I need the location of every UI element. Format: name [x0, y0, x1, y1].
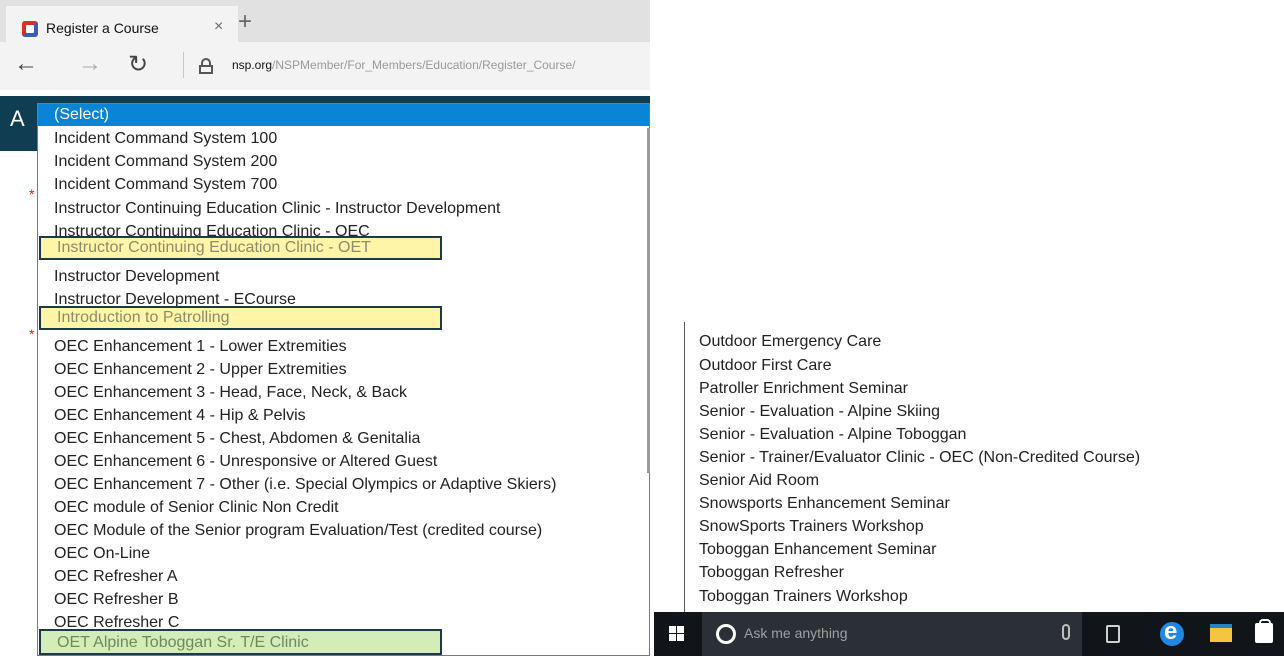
dropdown-option[interactable]: Outdoor Emergency Care — [699, 333, 881, 351]
url-field[interactable]: nsp.org/NSPMember/For_Members/Education/… — [232, 58, 575, 72]
dropdown-option[interactable]: OEC Refresher A — [38, 565, 649, 589]
dropdown-option-label: Instructor Continuing Education Clinic -… — [57, 239, 371, 256]
dropdown-option[interactable]: OEC Enhancement 2 - Upper Extremities — [38, 358, 649, 382]
file-explorer-icon[interactable] — [1210, 624, 1232, 642]
required-asterisk: * — [29, 186, 35, 202]
site-favicon-icon — [22, 21, 38, 37]
close-tab-icon[interactable]: × — [214, 18, 223, 36]
lock-icon[interactable] — [199, 58, 213, 74]
dropdown-option[interactable]: Incident Command System 100 — [38, 127, 649, 151]
dropdown-option[interactable]: Toboggan Trainers Workshop — [699, 588, 908, 606]
dropdown-option[interactable]: Senior - Evaluation - Alpine Toboggan — [699, 426, 966, 444]
dropdown-option-highlighted[interactable]: Introduction to Patrolling — [39, 306, 442, 330]
microphone-icon[interactable] — [1062, 624, 1070, 640]
browser-tab[interactable]: Register a Course × — [6, 6, 238, 42]
dropdown-option[interactable]: Snowsports Enhancement Seminar — [699, 495, 950, 513]
search-placeholder: Ask me anything — [744, 625, 848, 641]
dropdown-option[interactable]: Senior - Trainer/Evaluator Clinic - OEC … — [699, 449, 1140, 467]
dropdown-option[interactable]: Incident Command System 700 — [38, 173, 649, 197]
url-path: /NSPMember/For_Members/Education/Registe… — [272, 58, 576, 72]
dropdown-option-select[interactable]: (Select) — [38, 104, 649, 126]
continued-list-panel: Outdoor Emergency Care Outdoor First Car… — [654, 0, 1284, 656]
screenshot-root: Register a Course × + ← → ↻ nsp.org/NSPM… — [0, 0, 1284, 656]
taskbar-search-box[interactable]: Ask me anything — [702, 612, 1082, 656]
dropdown-option[interactable]: Senior - Evaluation - Alpine Skiing — [699, 403, 940, 421]
task-view-icon[interactable] — [1106, 625, 1120, 643]
dropdown-option[interactable]: Instructor Continuing Education Clinic -… — [38, 197, 649, 221]
dropdown-scrollbar[interactable] — [647, 128, 650, 473]
dropdown-option[interactable]: OEC Enhancement 7 - Other (i.e. Special … — [38, 473, 649, 497]
dropdown-option[interactable]: Senior Aid Room — [699, 472, 819, 490]
dropdown-option[interactable]: Outdoor First Care — [699, 357, 831, 375]
dropdown-option[interactable]: OEC Enhancement 5 - Chest, Abdomen & Gen… — [38, 427, 649, 451]
dropdown-option[interactable]: OEC module of Senior Clinic Non Credit — [38, 496, 649, 520]
dropdown-option[interactable]: OEC Enhancement 6 - Unresponsive or Alte… — [38, 450, 649, 474]
dropdown-option-label: OET Alpine Toboggan Sr. T/E Clinic — [57, 634, 309, 651]
back-arrow-icon[interactable]: ← — [14, 50, 38, 78]
dropdown-option-highlighted[interactable]: OET Alpine Toboggan Sr. T/E Clinic — [39, 629, 442, 655]
windows-icon[interactable] — [669, 626, 684, 641]
edge-icon[interactable] — [1160, 618, 1184, 646]
dropdown-option[interactable]: Patroller Enrichment Seminar — [699, 380, 908, 398]
page-header-text: A — [10, 106, 25, 131]
dropdown-option-highlighted[interactable]: Instructor Continuing Education Clinic -… — [39, 236, 442, 260]
dropdown-option[interactable]: Toboggan Enhancement Seminar — [699, 541, 937, 559]
url-host: nsp.org — [232, 58, 273, 72]
course-dropdown-list[interactable]: (Select) Incident Command System 100 Inc… — [37, 103, 650, 656]
dropdown-option[interactable]: OEC Module of the Senior program Evaluat… — [38, 519, 649, 543]
course-dropdown-list-continued[interactable]: Outdoor Emergency Care Outdoor First Car… — [684, 322, 1284, 612]
forward-arrow-icon[interactable]: → — [78, 50, 102, 78]
required-asterisk: * — [29, 326, 35, 342]
browser-window: Register a Course × + ← → ↻ nsp.org/NSPM… — [0, 0, 650, 656]
dropdown-option[interactable]: Instructor Development — [38, 265, 649, 289]
new-tab-icon[interactable]: + — [238, 8, 252, 36]
windows-taskbar: Ask me anything — [654, 612, 1284, 656]
dropdown-option[interactable]: OEC Enhancement 3 - Head, Face, Neck, & … — [38, 381, 649, 405]
dropdown-option[interactable]: OEC Enhancement 4 - Hip & Pelvis — [38, 404, 649, 428]
dropdown-option[interactable]: SnowSports Trainers Workshop — [699, 518, 924, 536]
address-bar: ← → ↻ nsp.org/NSPMember/For_Members/Educ… — [0, 42, 650, 90]
dropdown-option[interactable]: OEC Enhancement 1 - Lower Extremities — [38, 335, 649, 359]
address-separator — [183, 52, 184, 78]
dropdown-option-label: Introduction to Patrolling — [57, 309, 230, 326]
store-icon[interactable] — [1255, 619, 1273, 643]
dropdown-option[interactable]: Incident Command System 200 — [38, 150, 649, 174]
tab-bar: Register a Course × + — [0, 0, 650, 42]
dropdown-option[interactable]: OEC Refresher B — [38, 588, 649, 612]
refresh-icon[interactable]: ↻ — [128, 50, 148, 79]
tab-title: Register a Course — [46, 20, 159, 36]
dropdown-option[interactable]: Toboggan Refresher — [699, 564, 844, 582]
cortana-icon[interactable] — [716, 624, 736, 644]
dropdown-option[interactable]: OEC On-Line — [38, 542, 649, 566]
